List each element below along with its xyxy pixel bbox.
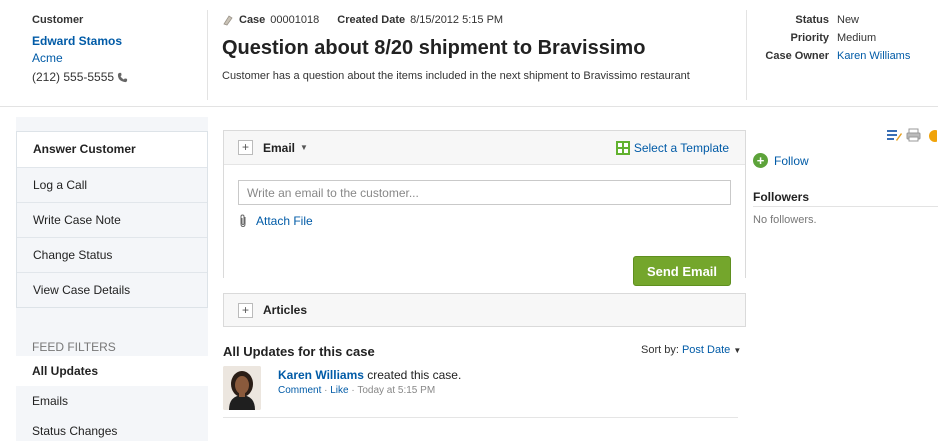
status-value: New <box>837 14 860 26</box>
email-body-input[interactable] <box>238 180 731 205</box>
paperclip-icon <box>240 214 246 228</box>
edit-layout-icon[interactable] <box>886 128 902 142</box>
chevron-down-icon[interactable]: ▼ <box>300 143 308 152</box>
case-info-line: Case 00001018 Created Date 8/15/2012 5:1… <box>222 13 742 27</box>
status-label: Status <box>795 14 829 26</box>
case-meta: Status New Priority Medium Case Owner Ka… <box>752 14 938 68</box>
follow-button[interactable]: + Follow <box>753 153 809 168</box>
expand-articles-plus-icon[interactable]: + <box>238 302 253 318</box>
header-rule <box>0 106 938 107</box>
case-label: Case <box>239 14 266 26</box>
header-divider-right <box>746 10 747 100</box>
avatar[interactable] <box>223 366 261 410</box>
filter-all-updates[interactable]: All Updates <box>16 356 208 386</box>
status-row: Status New <box>752 14 938 32</box>
owner-row: Case Owner Karen Williams <box>752 50 938 68</box>
email-tab-label[interactable]: Email <box>263 141 295 155</box>
select-template-label: Select a Template <box>633 141 729 155</box>
nav-view-case-details[interactable]: View Case Details <box>17 272 207 307</box>
header-divider <box>207 10 208 100</box>
feed-action-text: created this case. <box>367 368 462 382</box>
customer-phone[interactable]: (212) 555-5555 <box>32 70 207 84</box>
sort-by-label: Sort by: <box>641 344 679 356</box>
created-date-label: Created Date <box>337 14 406 26</box>
nav-log-a-call[interactable]: Log a Call <box>17 167 207 202</box>
email-publisher: + Email ▼ Select a Template Attach File … <box>223 130 746 286</box>
action-nav: Answer Customer Log a Call Write Case No… <box>16 131 208 308</box>
attach-file-label: Attach File <box>256 214 313 228</box>
case-owner-link[interactable]: Karen Williams <box>837 50 910 68</box>
case-icon <box>223 15 233 26</box>
phone-icon <box>117 72 128 82</box>
send-email-button[interactable]: Send Email <box>633 256 731 286</box>
articles-label: Articles <box>263 303 308 317</box>
nav-write-case-note[interactable]: Write Case Note <box>17 202 207 237</box>
priority-value: Medium <box>837 32 877 44</box>
feed-author-link[interactable]: Karen Williams <box>278 368 364 382</box>
sort-by-control[interactable]: Sort by: Post Date ▼ <box>641 344 741 356</box>
filter-emails[interactable]: Emails <box>16 386 208 416</box>
like-link[interactable]: Like <box>330 385 348 396</box>
nav-answer-customer[interactable]: Answer Customer <box>17 132 207 167</box>
no-followers-text: No followers. <box>753 214 817 226</box>
feed-filters-heading: FEED FILTERS <box>32 340 116 354</box>
plus-icon: + <box>753 153 768 168</box>
updates-heading: All Updates for this case <box>223 344 375 359</box>
feed-item-actions: Comment · Like · Today at 5:15 PM <box>278 385 435 396</box>
case-owner-label: Case Owner <box>765 50 829 62</box>
case-title: Question about 8/20 shipment to Bravissi… <box>222 37 646 59</box>
help-icon[interactable] <box>925 128 937 142</box>
phone-number: (212) 555-5555 <box>32 70 115 84</box>
filter-status-changes[interactable]: Status Changes <box>16 416 208 441</box>
feed-item-text: Karen Williams created this case. <box>278 368 461 382</box>
feed-timestamp: Today at 5:15 PM <box>357 385 436 396</box>
articles-panel[interactable]: + Articles <box>223 293 746 327</box>
followers-divider <box>753 206 938 207</box>
followers-heading: Followers <box>753 190 810 204</box>
account-link[interactable]: Acme <box>32 51 207 65</box>
case-number: 00001018 <box>270 14 320 26</box>
attach-file-link[interactable]: Attach File <box>238 214 731 228</box>
expand-plus-icon[interactable]: + <box>238 140 253 155</box>
feed-filters: FEED FILTERS All Updates Emails Status C… <box>16 340 208 441</box>
feed-item: Karen Williams created this case. Commen… <box>223 366 738 418</box>
printer-icon[interactable] <box>906 128 921 142</box>
created-date: 8/15/2012 5:15 PM <box>410 14 504 26</box>
select-template-link[interactable]: Select a Template <box>615 141 729 155</box>
publisher-header: + Email ▼ Select a Template <box>224 131 745 165</box>
case-description: Customer has a question about the items … <box>222 70 690 82</box>
follow-label: Follow <box>774 153 809 168</box>
customer-panel: Customer Edward Stamos Acme (212) 555-55… <box>32 14 207 84</box>
priority-row: Priority Medium <box>752 32 938 50</box>
sort-by-value[interactable]: Post Date <box>682 344 730 356</box>
case-header: Customer Edward Stamos Acme (212) 555-55… <box>0 0 938 108</box>
customer-name-link[interactable]: Edward Stamos <box>32 34 207 48</box>
page-tools <box>886 128 937 142</box>
sort-chevron-down-icon[interactable]: ▼ <box>733 346 741 355</box>
comment-link[interactable]: Comment <box>278 385 321 396</box>
nav-change-status[interactable]: Change Status <box>17 237 207 272</box>
customer-label: Customer <box>32 14 84 26</box>
template-grid-icon <box>615 141 630 155</box>
priority-label: Priority <box>790 32 829 44</box>
publisher-body: Attach File Send Email <box>224 165 745 286</box>
case-summary: Case 00001018 Created Date 8/15/2012 5:1… <box>222 13 742 82</box>
